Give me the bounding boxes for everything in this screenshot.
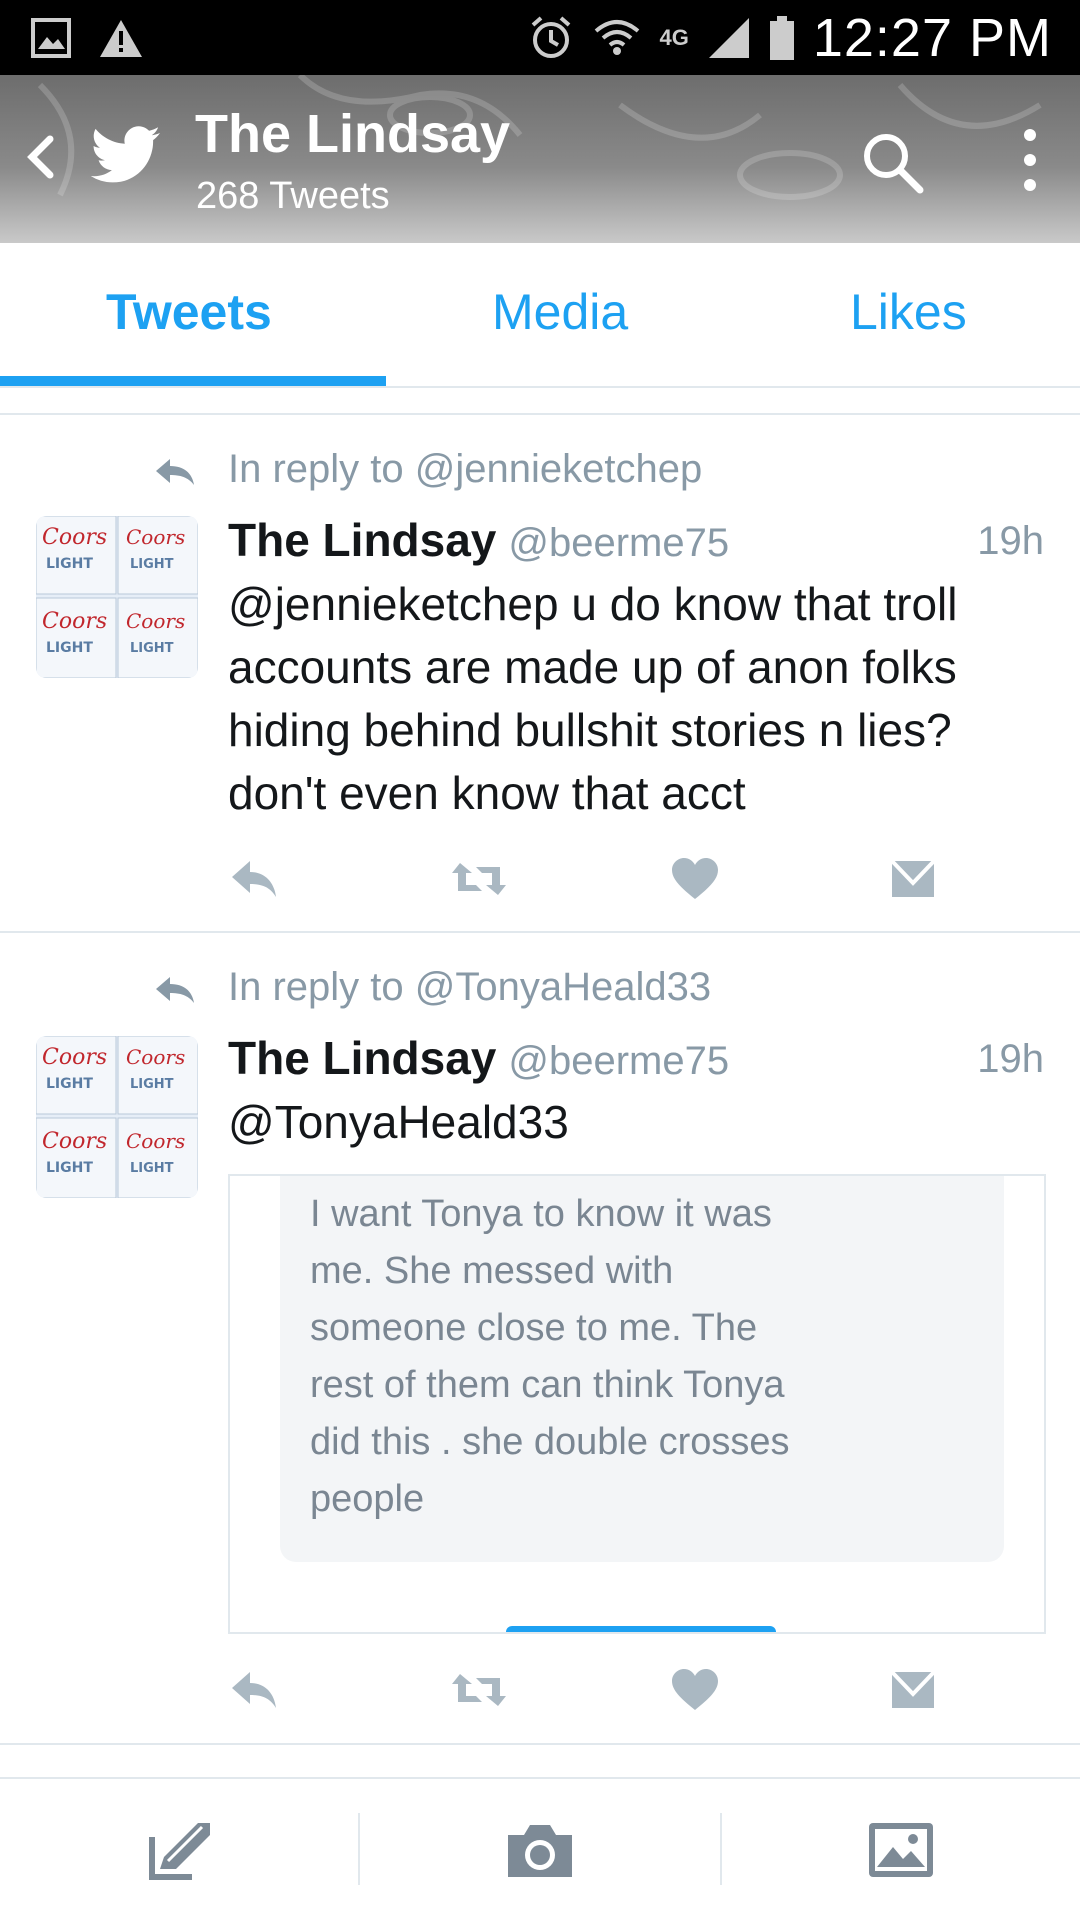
- twitter-bird-icon[interactable]: [90, 125, 162, 187]
- tweet-text-line: don't even know that acct: [228, 767, 746, 819]
- tweet-text-line: @TonyaHeald33: [228, 1096, 569, 1148]
- like-heart-icon[interactable]: [670, 1668, 720, 1712]
- battery-icon: [769, 15, 794, 60]
- svg-text:LIGHT: LIGHT: [46, 640, 93, 656]
- svg-text:Coors: Coors: [126, 1045, 185, 1069]
- svg-text:LIGHT: LIGHT: [130, 1077, 174, 1092]
- author-name[interactable]: The Lindsay: [228, 1032, 496, 1084]
- svg-text:LIGHT: LIGHT: [130, 557, 174, 572]
- wifi-icon: [594, 19, 639, 55]
- embedded-text-line: me. She messed with: [310, 1250, 674, 1292]
- avatar[interactable]: Coors LIGHT Coors LIGHT Coors LIGHT Coor…: [36, 1036, 198, 1198]
- embedded-message-text: I want Tonya to know it was me. She mess…: [310, 1186, 950, 1528]
- author-name[interactable]: The Lindsay: [228, 514, 496, 566]
- tab-media[interactable]: Media: [492, 283, 628, 341]
- compose-icon[interactable]: [146, 1817, 218, 1883]
- tweet-actions: [228, 1668, 988, 1718]
- svg-text:Coors: Coors: [126, 525, 185, 549]
- alarm-icon: [531, 15, 570, 58]
- status-bar: 4G 12:27 PM: [0, 0, 1080, 75]
- author-handle[interactable]: @beerme75: [508, 521, 729, 565]
- reply-context[interactable]: In reply to @TonyaHeald33: [228, 965, 711, 1010]
- divider: [358, 1813, 360, 1885]
- status-time: 12:27 PM: [812, 7, 1052, 68]
- svg-text:Coors: Coors: [126, 1129, 185, 1153]
- author-handle[interactable]: @beerme75: [508, 1039, 729, 1083]
- avatar[interactable]: Coors LIGHT Coors LIGHT Coors LIGHT Coor…: [36, 516, 198, 678]
- back-icon[interactable]: [20, 127, 60, 187]
- more-vertical-icon[interactable]: [1010, 125, 1050, 195]
- divider: [720, 1813, 722, 1885]
- like-heart-icon[interactable]: [670, 857, 720, 901]
- svg-text:LIGHT: LIGHT: [130, 1161, 174, 1176]
- beer-pack-avatar-image: Coors LIGHT Coors LIGHT Coors LIGHT Coor…: [36, 1036, 198, 1198]
- embedded-text-line: rest of them can think Tonya: [310, 1364, 785, 1406]
- tweet-attached-image[interactable]: I want Tonya to know it was me. She mess…: [228, 1174, 1046, 1634]
- image-icon[interactable]: [865, 1817, 937, 1883]
- svg-text:LIGHT: LIGHT: [46, 556, 93, 572]
- bottom-action-bar: [0, 1777, 1080, 1922]
- svg-text:LIGHT: LIGHT: [46, 1160, 93, 1176]
- retweet-icon[interactable]: [450, 1668, 508, 1712]
- signal-icon: [708, 17, 749, 58]
- tab-tweets[interactable]: Tweets: [106, 283, 272, 341]
- search-icon[interactable]: [860, 130, 926, 196]
- network-type: 4G: [659, 24, 689, 50]
- warning-icon: [100, 19, 142, 57]
- embedded-text-line: I want Tonya to know it was: [310, 1193, 772, 1235]
- tweet-text: @TonyaHeald33: [228, 1091, 1028, 1154]
- direct-message-icon[interactable]: [888, 857, 938, 901]
- tweet-text: @jennieketchep u do know that troll acco…: [228, 573, 1028, 825]
- svg-text:Coors: Coors: [42, 1045, 107, 1070]
- retweet-icon[interactable]: [450, 857, 508, 901]
- reply-context[interactable]: In reply to @jennieketchep: [228, 447, 702, 492]
- active-tab-indicator: [0, 376, 386, 386]
- profile-name: The Lindsay: [195, 104, 511, 164]
- tweet-text-line: hiding behind bullshit stories n lies?: [228, 704, 952, 756]
- svg-text:Coors: Coors: [42, 1129, 107, 1154]
- tab-likes[interactable]: Likes: [850, 283, 967, 341]
- reply-context-icon: [156, 977, 194, 1003]
- direct-message-icon[interactable]: [888, 1668, 938, 1712]
- tweet-author[interactable]: The Lindsay @beerme75: [228, 1031, 729, 1085]
- svg-text:Coors: Coors: [42, 525, 107, 550]
- embedded-text-line: people: [310, 1478, 425, 1520]
- tweet-text-line: accounts are made up of anon folks: [228, 641, 957, 693]
- tweet-timestamp: 19h: [977, 1037, 1044, 1081]
- profile-tabs: Tweets Media Likes: [0, 243, 1080, 388]
- tweet-timestamp: 19h: [977, 519, 1044, 563]
- svg-text:Coors: Coors: [126, 609, 185, 633]
- tweet-count: 268 Tweets: [196, 175, 390, 217]
- profile-header: The Lindsay 268 Tweets: [0, 75, 1080, 243]
- beer-pack-avatar-image: Coors LIGHT Coors LIGHT Coors LIGHT Coor…: [36, 516, 198, 678]
- svg-text:LIGHT: LIGHT: [46, 1076, 93, 1092]
- tweet[interactable]: In reply to @jennieketchep Coors LIGHT C…: [0, 415, 1080, 933]
- svg-text:LIGHT: LIGHT: [130, 641, 174, 656]
- tweet-author[interactable]: The Lindsay @beerme75: [228, 513, 729, 567]
- tweet-actions: [228, 857, 988, 907]
- embedded-text-line: did this . she double crosses: [310, 1421, 790, 1463]
- tweet-text-line: @jennieketchep u do know that troll: [228, 578, 958, 630]
- reply-icon[interactable]: [228, 857, 278, 901]
- camera-icon[interactable]: [504, 1817, 576, 1883]
- reply-context-icon: [156, 459, 194, 485]
- reply-icon[interactable]: [228, 1668, 278, 1712]
- svg-text:Coors: Coors: [42, 609, 107, 634]
- embedded-text-line: someone close to me. The: [310, 1307, 758, 1349]
- gallery-icon: [31, 17, 71, 58]
- embedded-blue-bar: [506, 1626, 776, 1632]
